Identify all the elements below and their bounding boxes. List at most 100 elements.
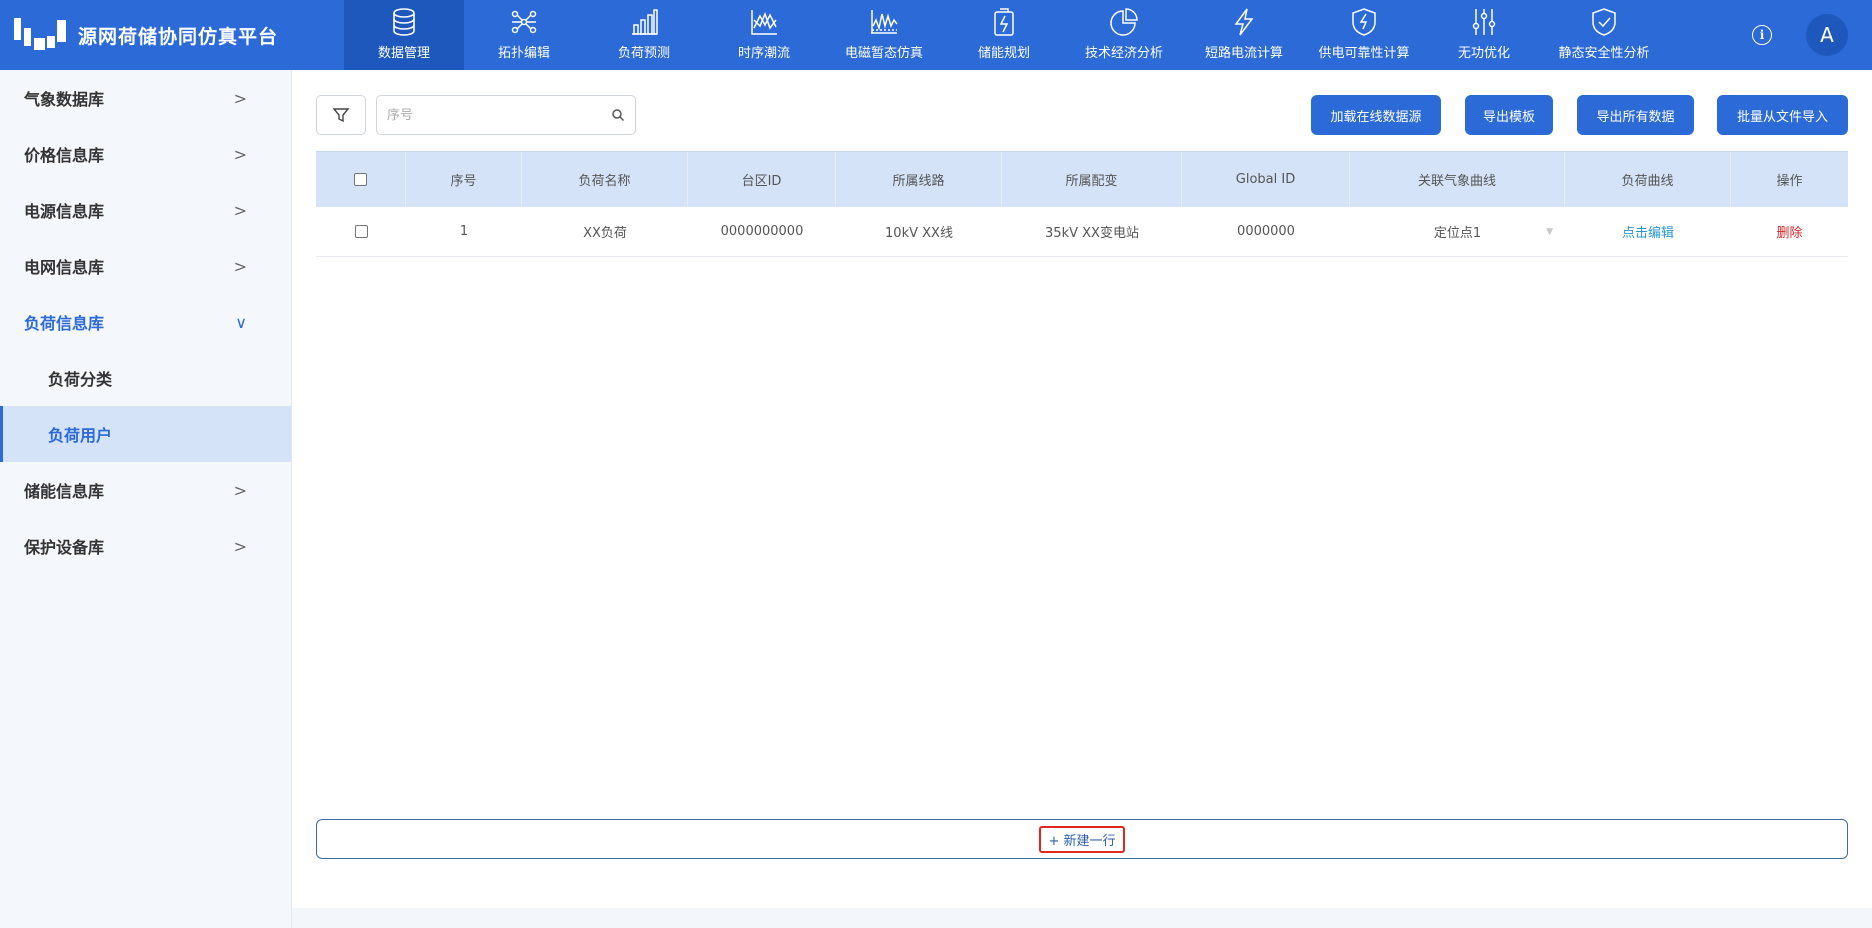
chevron-right-icon: > xyxy=(233,256,247,276)
bar-chart-icon xyxy=(632,9,658,35)
avatar[interactable]: A xyxy=(1806,14,1848,56)
nav-label: 数据管理 xyxy=(377,46,430,61)
action-cell: 删除 xyxy=(1731,207,1848,256)
sidebar-subitem-load-users[interactable]: 负荷用户 xyxy=(0,406,291,462)
sidebar-item-power-source[interactable]: 电源信息库 > xyxy=(0,182,291,238)
nav-item-topology-edit[interactable]: 拓扑编辑 xyxy=(464,0,584,70)
top-navigation-bar: 源网荷储协同仿真平台 数据管理 拓扑编辑 负荷预测 时序潮流 电磁暂态仿真 储能… xyxy=(0,0,1872,70)
nav-item-storage-planning[interactable]: 储能规划 xyxy=(944,0,1064,70)
main-content: 加载在线数据源 导出模板 导出所有数据 批量从文件导入 序号 负荷名称 台区ID… xyxy=(292,70,1872,908)
table-header: 序号 负荷名称 台区ID 所属线路 所属配变 Global ID 关联气象曲线 … xyxy=(316,151,1848,207)
cell-area-id: 0000000000 xyxy=(720,224,804,239)
sidebar-item-label: 保护设备库 xyxy=(24,538,105,557)
chevron-right-icon: > xyxy=(233,88,247,108)
database-icon xyxy=(393,8,415,36)
search-input[interactable] xyxy=(387,107,611,123)
column-header: 操作 xyxy=(1776,174,1803,189)
column-header: 序号 xyxy=(406,152,522,207)
nav-item-static-security[interactable]: 静态安全性分析 xyxy=(1544,0,1664,70)
nav-item-em-transient[interactable]: 电磁暂态仿真 xyxy=(824,0,944,70)
chevron-right-icon: > xyxy=(233,536,247,556)
row-select-cell xyxy=(316,207,406,256)
weather-curve-select[interactable]: 定位点1 ▼ xyxy=(1350,207,1565,256)
cell-index: 1 xyxy=(459,224,469,239)
add-row-button[interactable]: + 新建一行 xyxy=(316,819,1848,859)
load-online-source-button[interactable]: 加载在线数据源 xyxy=(1311,95,1441,135)
filter-icon xyxy=(332,108,350,123)
nav-label: 储能规划 xyxy=(977,46,1030,61)
nav-item-short-circuit[interactable]: 短路电流计算 xyxy=(1184,0,1304,70)
chevron-right-icon: > xyxy=(233,480,247,500)
nav-label: 拓扑编辑 xyxy=(497,46,550,61)
sidebar-item-price[interactable]: 价格信息库 > xyxy=(0,126,291,182)
cell-line: 10kV XX线 xyxy=(885,226,953,241)
nav-item-reactive-optimization[interactable]: 无功优化 xyxy=(1424,0,1544,70)
cell-load-name: XX负荷 xyxy=(583,226,627,241)
nav-label: 短路电流计算 xyxy=(1204,46,1283,61)
main-nav: 数据管理 拓扑编辑 负荷预测 时序潮流 电磁暂态仿真 储能规划 技术经济分析 短… xyxy=(344,0,1664,70)
column-header: 所属配变 xyxy=(1002,152,1182,207)
edit-load-curve-link[interactable]: 点击编辑 xyxy=(1622,222,1674,241)
row-checkbox[interactable] xyxy=(354,225,368,238)
sidebar-item-label: 气象数据库 xyxy=(24,90,105,109)
nav-item-data-management[interactable]: 数据管理 xyxy=(344,0,464,70)
app-logo xyxy=(14,14,66,56)
line-chart-icon xyxy=(751,10,777,35)
sidebar: 气象数据库 > 价格信息库 > 电源信息库 > 电网信息库 > 负荷信息库 ∨ … xyxy=(0,70,292,928)
sidebar-item-weather[interactable]: 气象数据库 > xyxy=(0,70,291,126)
nav-label: 供电可靠性计算 xyxy=(1318,46,1410,61)
sidebar-item-grid[interactable]: 电网信息库 > xyxy=(0,238,291,294)
sidebar-item-storage[interactable]: 储能信息库 > xyxy=(0,462,291,518)
load-user-table: 序号 负荷名称 台区ID 所属线路 所属配变 Global ID 关联气象曲线 … xyxy=(316,151,1848,257)
cell-global-id: 0000000 xyxy=(1237,224,1295,239)
shield-bolt-icon xyxy=(1352,8,1376,36)
column-header: 台区ID xyxy=(688,152,836,207)
sidebar-item-load[interactable]: 负荷信息库 ∨ xyxy=(0,294,291,350)
select-all-checkbox[interactable] xyxy=(354,173,367,186)
waveform-icon xyxy=(871,10,898,34)
search-box xyxy=(376,95,636,135)
sliders-icon xyxy=(1472,9,1496,35)
battery-icon xyxy=(994,8,1014,36)
top-right-actions: i A xyxy=(1752,0,1872,70)
weather-curve-value: 定位点1 xyxy=(1433,226,1482,241)
sidebar-subitem-load-category[interactable]: 负荷分类 xyxy=(0,350,291,406)
column-header: 负荷曲线 xyxy=(1565,152,1731,207)
delete-row-link[interactable]: 删除 xyxy=(1776,222,1802,241)
nav-item-timeseries-powerflow[interactable]: 时序潮流 xyxy=(704,0,824,70)
nav-label: 时序潮流 xyxy=(737,46,790,61)
header-select-all-cell xyxy=(316,152,406,207)
sidebar-item-label: 负荷信息库 xyxy=(24,314,105,333)
chevron-down-icon: ∨ xyxy=(235,312,247,332)
table-row: 1 XX负荷 0000000000 10kV XX线 35kV XX变电站 00… xyxy=(316,207,1848,257)
column-header: 负荷名称 xyxy=(522,152,688,207)
nav-item-reliability[interactable]: 供电可靠性计算 xyxy=(1304,0,1424,70)
sidebar-item-label: 储能信息库 xyxy=(24,482,105,501)
caret-down-icon: ▼ xyxy=(1546,226,1553,237)
chevron-right-icon: > xyxy=(233,144,247,164)
column-header: Global ID xyxy=(1182,152,1350,207)
filter-button[interactable] xyxy=(316,95,366,135)
chevron-right-icon: > xyxy=(233,200,247,220)
shield-check-icon xyxy=(1592,8,1616,36)
brand: 源网荷储协同仿真平台 xyxy=(0,0,344,70)
search-icon[interactable] xyxy=(611,108,625,122)
add-row-label: + 新建一行 xyxy=(1039,825,1125,853)
nav-label: 电磁暂态仿真 xyxy=(844,46,923,61)
column-header: 所属线路 xyxy=(836,152,1002,207)
nav-item-tech-economic[interactable]: 技术经济分析 xyxy=(1064,0,1184,70)
nav-item-load-forecast[interactable]: 负荷预测 xyxy=(584,0,704,70)
export-all-button[interactable]: 导出所有数据 xyxy=(1577,95,1694,135)
export-template-button[interactable]: 导出模板 xyxy=(1465,95,1553,135)
nav-label: 技术经济分析 xyxy=(1084,46,1163,61)
cell-transformer: 35kV XX变电站 xyxy=(1045,226,1139,241)
load-curve-cell: 点击编辑 xyxy=(1565,207,1731,256)
column-header: 关联气象曲线 xyxy=(1350,152,1565,207)
pie-chart-icon xyxy=(1110,8,1138,36)
sidebar-item-protection[interactable]: 保护设备库 > xyxy=(0,518,291,574)
sidebar-subitem-label: 负荷用户 xyxy=(48,426,113,445)
sidebar-item-label: 电源信息库 xyxy=(24,202,105,221)
info-icon[interactable]: i xyxy=(1752,25,1772,45)
batch-import-button[interactable]: 批量从文件导入 xyxy=(1717,95,1848,135)
sidebar-subitem-label: 负荷分类 xyxy=(48,370,113,389)
